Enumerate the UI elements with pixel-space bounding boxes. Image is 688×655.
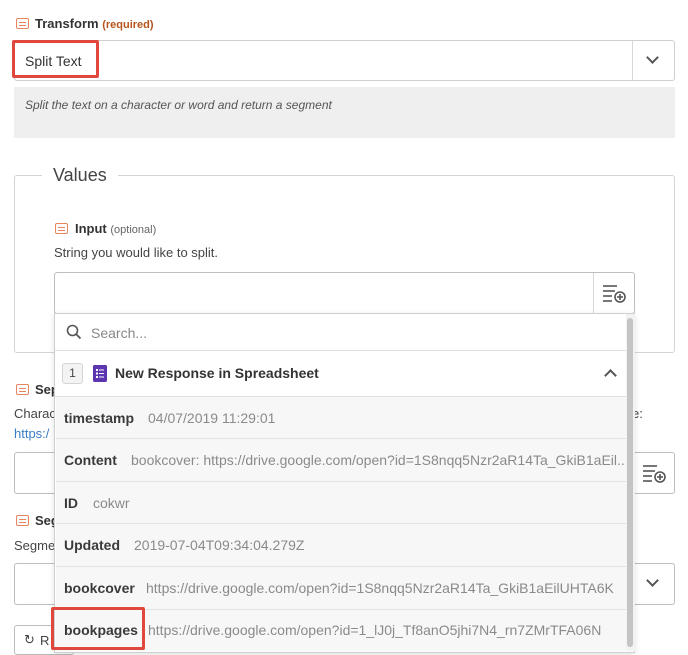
refresh-icon: ↻ (24, 632, 35, 647)
field-icon (55, 223, 68, 234)
row-value: 04/07/2019 11:29:01 (148, 410, 276, 426)
insert-data-icon[interactable] (602, 283, 626, 303)
chevron-down-icon[interactable] (646, 574, 659, 587)
field-icon (16, 18, 29, 29)
row-value: https://drive.google.com/open?id=1_lJ0j_… (148, 622, 602, 638)
data-row-updated[interactable]: Updated 2019-07-04T09:34:04.279Z (56, 524, 626, 567)
data-row-id[interactable]: ID cokwr (56, 482, 626, 524)
row-key: Updated (64, 537, 120, 553)
transform-help-text: Split the text on a character or word an… (25, 98, 332, 112)
transform-help-panel: Split the text on a character or word an… (14, 87, 675, 138)
data-row-content[interactable]: Content bookcover: https://drive.google.… (56, 439, 626, 482)
refresh-button-label-partial: R (40, 633, 50, 648)
search-input[interactable]: Search... (91, 325, 147, 341)
row-key: ID (64, 495, 78, 511)
row-key: Content (64, 452, 117, 468)
input-help-text: String you would like to split. (54, 245, 219, 260)
search-icon (66, 324, 82, 340)
field-icon (16, 384, 29, 395)
data-row-timestamp[interactable]: timestamp 04/07/2019 11:29:01 (56, 397, 626, 439)
highlight-bookpages (51, 607, 145, 650)
dropdown-scrollbar-thumb[interactable] (627, 318, 633, 647)
google-sheets-forms-icon (93, 365, 107, 382)
segment-help-partial: Segme (14, 538, 56, 553)
highlight-selected-transform (12, 40, 99, 78)
search-row[interactable]: Search... (55, 314, 626, 351)
data-row-bookcover[interactable]: bookcover https://drive.google.com/open?… (56, 567, 626, 610)
row-value: https://drive.google.com/open?id=1S8nqq5… (146, 580, 614, 596)
transform-label: Transform (required) (35, 16, 154, 31)
transform-select[interactable]: Split Text (14, 40, 675, 81)
step-header[interactable]: 1 New Response in Spreadsheet (55, 351, 626, 397)
field-icon (16, 515, 29, 526)
row-value: cokwr (93, 495, 130, 511)
row-key: timestamp (64, 410, 135, 426)
select-divider (632, 41, 633, 80)
step-number-badge: 1 (62, 363, 83, 384)
row-key: bookcover (64, 580, 135, 596)
input-field[interactable] (54, 272, 635, 314)
row-value: 2019-07-04T09:34:04.279Z (134, 537, 305, 553)
input-label: Input (optional) (75, 221, 157, 236)
values-legend: Values (42, 165, 118, 186)
input-divider (593, 273, 594, 313)
chevron-up-icon[interactable] (604, 369, 617, 382)
step-title: New Response in Spreadsheet (115, 365, 319, 381)
row-value: bookcover: https://drive.google.com/open… (131, 452, 626, 468)
separator-help-partial: Charac (14, 406, 56, 421)
chevron-down-icon[interactable] (646, 51, 659, 64)
separator-link-partial[interactable]: https:/ (14, 426, 49, 441)
insert-data-icon[interactable] (642, 463, 666, 483)
